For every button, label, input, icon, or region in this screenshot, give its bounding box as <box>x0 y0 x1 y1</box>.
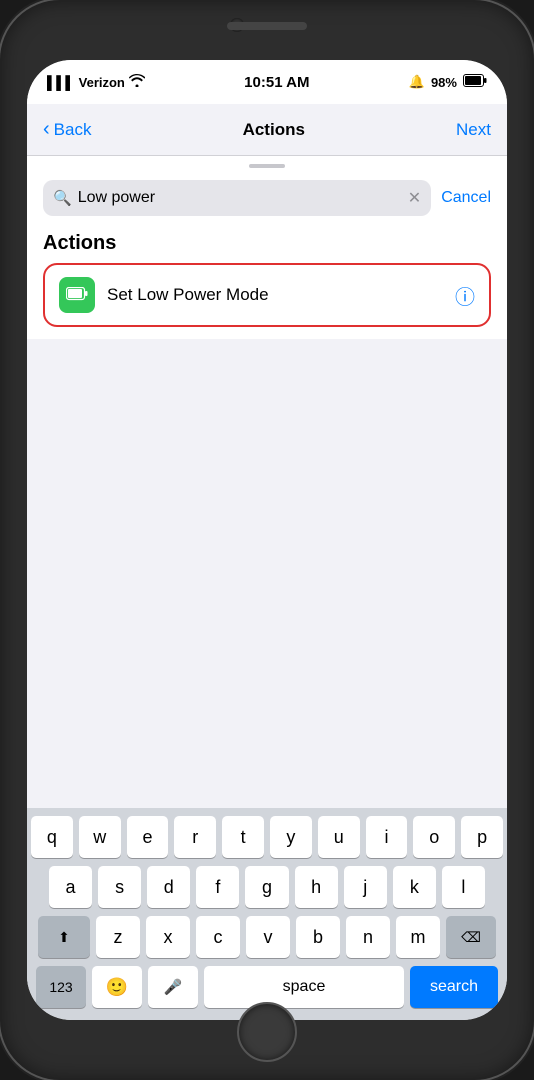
key-e[interactable]: e <box>127 816 169 858</box>
key-x[interactable]: x <box>146 916 190 958</box>
back-chevron-icon: ‹ <box>43 118 50 141</box>
navigation-bar: ‹ Back Actions Next <box>27 104 507 156</box>
back-label: Back <box>54 120 92 140</box>
action-label: Set Low Power Mode <box>107 285 443 305</box>
key-s[interactable]: s <box>98 866 141 908</box>
search-key[interactable]: search <box>410 966 498 1008</box>
key-p[interactable]: p <box>461 816 503 858</box>
key-u[interactable]: u <box>318 816 360 858</box>
key-c[interactable]: c <box>196 916 240 958</box>
key-d[interactable]: d <box>147 866 190 908</box>
keyboard: q w e r t y u i o p a s d f g h j k <box>27 808 507 1020</box>
signal-bars: ▌▌▌ <box>47 75 75 90</box>
key-l[interactable]: l <box>442 866 485 908</box>
status-right: 🔔 98% <box>409 74 487 90</box>
cancel-button[interactable]: Cancel <box>441 189 491 207</box>
delete-key[interactable]: ⌫ <box>446 916 496 958</box>
phone-frame: ▌▌▌ Verizon 10:51 AM 🔔 98% <box>0 0 534 1080</box>
battery-percentage: 98% <box>431 75 457 90</box>
key-b[interactable]: b <box>296 916 340 958</box>
status-time: 10:51 AM <box>244 74 309 91</box>
key-t[interactable]: t <box>222 816 264 858</box>
search-field-container[interactable]: 🔍 ✕ <box>43 180 431 216</box>
key-j[interactable]: j <box>344 866 387 908</box>
key-m[interactable]: m <box>396 916 440 958</box>
search-input[interactable] <box>78 189 402 207</box>
back-button[interactable]: ‹ Back <box>43 118 91 141</box>
phone-screen: ▌▌▌ Verizon 10:51 AM 🔔 98% <box>27 60 507 1020</box>
actions-heading: Actions <box>43 232 491 255</box>
key-f[interactable]: f <box>196 866 239 908</box>
drag-handle-bar <box>249 164 285 168</box>
search-icon: 🔍 <box>53 189 72 207</box>
key-k[interactable]: k <box>393 866 436 908</box>
key-y[interactable]: y <box>270 816 312 858</box>
carrier-label: Verizon <box>79 75 125 90</box>
actions-section: Actions Set Low Power Mode ⓘ <box>27 228 507 339</box>
key-g[interactable]: g <box>245 866 288 908</box>
wifi-icon <box>129 74 145 90</box>
action-info-button[interactable]: ⓘ <box>455 281 475 310</box>
shift-key[interactable]: ⬆ <box>38 916 90 958</box>
key-h[interactable]: h <box>295 866 338 908</box>
keyboard-row-3: ⬆ z x c v b n m ⌫ <box>31 916 503 958</box>
key-w[interactable]: w <box>79 816 121 858</box>
content-area <box>27 339 507 808</box>
emoji-key[interactable]: 🙂 <box>92 966 142 1008</box>
earpiece-speaker <box>227 22 307 30</box>
search-area: 🔍 ✕ Cancel <box>27 172 507 228</box>
clear-search-button[interactable]: ✕ <box>408 188 421 208</box>
key-q[interactable]: q <box>31 816 73 858</box>
key-i[interactable]: i <box>366 816 408 858</box>
status-left: ▌▌▌ Verizon <box>47 74 145 90</box>
next-button[interactable]: Next <box>456 120 491 140</box>
mic-key[interactable]: 🎤 <box>148 966 198 1008</box>
key-r[interactable]: r <box>174 816 216 858</box>
key-o[interactable]: o <box>413 816 455 858</box>
key-v[interactable]: v <box>246 916 290 958</box>
key-a[interactable]: a <box>49 866 92 908</box>
numbers-key[interactable]: 123 <box>36 966 86 1008</box>
battery-icon <box>463 74 487 90</box>
status-bar: ▌▌▌ Verizon 10:51 AM 🔔 98% <box>27 60 507 104</box>
space-key[interactable]: space <box>204 966 404 1008</box>
nav-title: Actions <box>243 120 305 140</box>
battery-icon-green <box>66 285 88 306</box>
alarm-icon: 🔔 <box>409 74 425 90</box>
home-button[interactable] <box>237 1002 297 1062</box>
set-low-power-mode-item[interactable]: Set Low Power Mode ⓘ <box>43 263 491 327</box>
key-z[interactable]: z <box>96 916 140 958</box>
keyboard-row-2: a s d f g h j k l <box>31 866 503 908</box>
key-n[interactable]: n <box>346 916 390 958</box>
keyboard-row-1: q w e r t y u i o p <box>31 816 503 858</box>
drag-handle-area <box>27 156 507 172</box>
action-icon-battery <box>59 277 95 313</box>
